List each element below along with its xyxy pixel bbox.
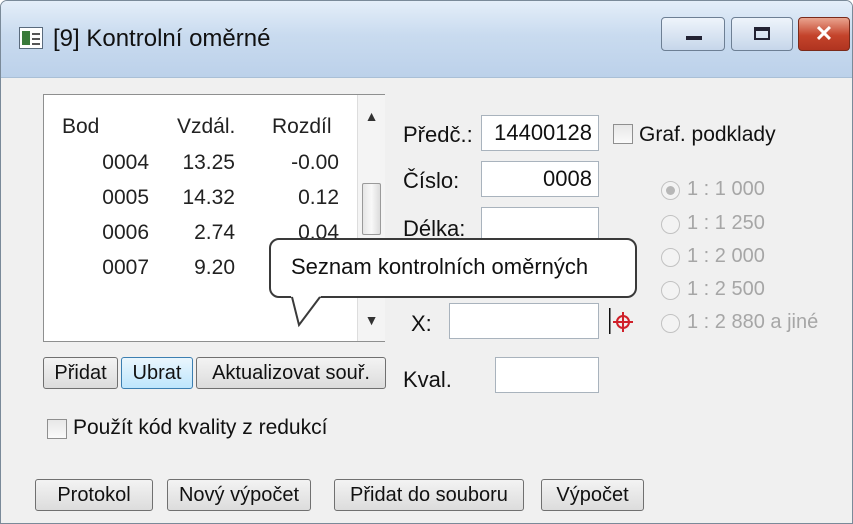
cell-rozdil: -0.00 <box>291 151 339 174</box>
maximize-button[interactable] <box>731 17 793 51</box>
tooltip-pointer <box>291 296 321 328</box>
minimize-button[interactable] <box>661 17 725 51</box>
app-icon <box>19 27 43 49</box>
add-to-file-button[interactable]: Přidat do souboru <box>334 479 524 511</box>
maximize-icon <box>754 27 770 40</box>
radio-icon <box>661 314 680 333</box>
add-button[interactable]: Přidat <box>43 357 118 389</box>
cislo-input[interactable]: 0008 <box>481 161 599 197</box>
dialog-window: [9] Kontrolní oměrné ✕ Bod Vzdál. Rozdíl… <box>0 0 853 524</box>
radio-icon <box>661 281 680 300</box>
graf-checkbox-label: Graf. podklady <box>639 123 776 146</box>
kval-input[interactable] <box>495 357 599 393</box>
remove-button[interactable]: Ubrat <box>121 357 193 389</box>
graf-checkbox[interactable] <box>613 124 633 144</box>
crosshair-pick-icon[interactable] <box>609 308 635 334</box>
cell-vzdal: 2.74 <box>194 221 235 244</box>
kval-label: Kval. <box>403 367 452 392</box>
close-icon: ✕ <box>814 21 834 46</box>
window-title: [9] Kontrolní oměrné <box>53 25 271 52</box>
protocol-button[interactable]: Protokol <box>35 479 153 511</box>
radio-icon <box>661 215 680 234</box>
radio-selected-icon <box>661 181 680 200</box>
radio-icon <box>661 248 680 267</box>
scroll-up-icon[interactable]: ▲ <box>358 101 385 131</box>
measurement-list[interactable]: Bod Vzdál. Rozdíl 0004 13.25 -0.00 0005 … <box>43 94 385 342</box>
scale-label: 1 : 2 500 <box>687 278 765 300</box>
cell-bod: 0006 <box>102 221 149 244</box>
cislo-label: Číslo: <box>403 168 460 193</box>
calculate-button[interactable]: Výpočet <box>541 479 644 511</box>
cell-vzdal: 9.20 <box>194 256 235 279</box>
column-header-rozdil[interactable]: Rozdíl <box>272 115 332 139</box>
predc-label: Předč.: <box>403 122 473 147</box>
scale-label: 1 : 2 000 <box>687 245 765 267</box>
scale-label: 1 : 2 880 a jiné <box>687 311 819 333</box>
column-header-vzdal[interactable]: Vzdál. <box>177 115 235 139</box>
scale-label: 1 : 1 000 <box>687 178 765 200</box>
tooltip: Seznam kontrolních oměrných <box>269 238 637 298</box>
predc-input[interactable]: 14400128 <box>481 115 599 151</box>
scroll-thumb[interactable] <box>362 183 381 235</box>
scale-label: 1 : 1 250 <box>687 212 765 234</box>
cell-rozdil: 0.12 <box>298 186 339 209</box>
cell-vzdal: 13.25 <box>182 151 235 174</box>
scroll-down-icon[interactable]: ▼ <box>358 305 385 335</box>
new-calculation-button[interactable]: Nový výpočet <box>167 479 311 511</box>
minimize-icon <box>686 36 702 40</box>
update-coordinates-button[interactable]: Aktualizovat souř. <box>196 357 386 389</box>
quality-checkbox-label: Použít kód kvality z redukcí <box>73 416 328 439</box>
cell-vzdal: 14.32 <box>182 186 235 209</box>
x-label: X: <box>411 311 432 336</box>
title-bar[interactable]: [9] Kontrolní oměrné ✕ <box>1 1 852 78</box>
quality-checkbox[interactable] <box>47 419 67 439</box>
cell-bod: 0007 <box>102 256 149 279</box>
column-header-bod[interactable]: Bod <box>62 115 99 139</box>
close-button[interactable]: ✕ <box>798 17 850 51</box>
x-input[interactable] <box>449 303 599 339</box>
cell-bod: 0005 <box>102 186 149 209</box>
cell-bod: 0004 <box>102 151 149 174</box>
tooltip-text: Seznam kontrolních oměrných <box>291 254 589 279</box>
list-scrollbar[interactable]: ▲ ▼ <box>357 95 385 341</box>
